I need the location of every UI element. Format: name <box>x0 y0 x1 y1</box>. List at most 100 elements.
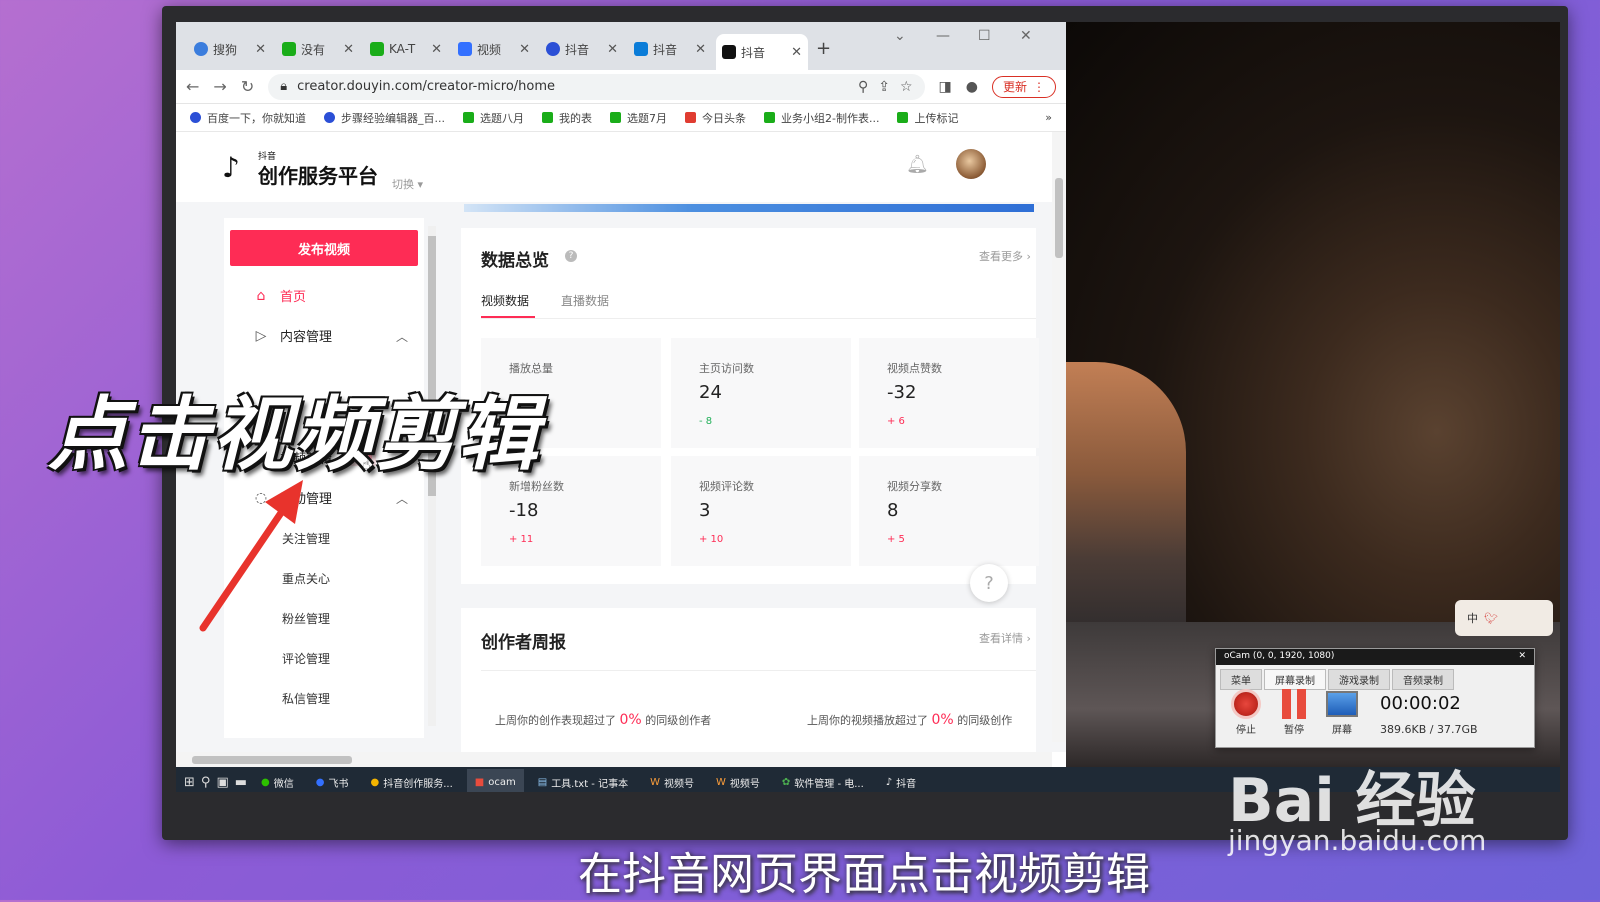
taskbar-item-channels[interactable]: W 视频号 <box>708 769 768 792</box>
help-icon[interactable]: ? <box>565 250 577 262</box>
reload-icon[interactable]: ↻ <box>241 77 254 96</box>
bookmark-item[interactable]: 今日头条 <box>685 110 746 126</box>
ime-toolbar[interactable]: 中 🐦︎ <box>1455 600 1553 636</box>
browser-tab[interactable]: 抖音 ✕ <box>628 34 712 64</box>
switch-dropdown[interactable]: 切换 ▾ <box>392 176 423 192</box>
mail-icon[interactable]: ▬ <box>235 775 247 790</box>
bookmark-item[interactable]: 上传标记 <box>897 110 958 126</box>
bookmark-item[interactable]: 百度一下，你就知道 <box>190 110 306 126</box>
star-icon[interactable]: ☆ <box>900 79 913 95</box>
task-view-icon[interactable]: ▣ <box>216 775 228 790</box>
bell-icon[interactable]: 🔔︎ <box>906 154 929 175</box>
publish-video-button[interactable]: 发布视频 <box>230 230 418 266</box>
taskbar-item-douyin[interactable]: ♪ 抖音 <box>878 769 924 792</box>
taskbar-item-ocam[interactable]: ■ ocam <box>466 769 524 792</box>
page-horizontal-scrollbar[interactable] <box>176 752 1052 767</box>
stat-card[interactable]: 视频分享数 8 + 5 <box>859 456 1039 566</box>
taskbar-label: ocam <box>488 776 516 788</box>
bookmark-item[interactable]: 我的表 <box>542 110 592 126</box>
stat-label: 视频评论数 <box>699 480 754 493</box>
close-tab-icon[interactable]: ✕ <box>431 42 442 57</box>
tab-video-data[interactable]: 视频数据 <box>481 292 529 309</box>
report-text: 上周你的创作表现超过了 <box>495 714 616 727</box>
bookmark-item[interactable]: 选题7月 <box>610 110 667 126</box>
doc-icon <box>458 42 472 56</box>
maximize-icon[interactable]: ☐ <box>978 28 991 44</box>
scroll-thumb[interactable] <box>1055 178 1063 258</box>
report-text: 的同级创作者 <box>645 714 712 727</box>
page-vertical-scrollbar[interactable] <box>1052 132 1066 742</box>
new-tab-icon[interactable]: + <box>816 38 831 59</box>
stat-card[interactable]: 视频评论数 3 + 10 <box>671 456 851 566</box>
report-text: 上周你的视频播放超过了 <box>807 714 928 727</box>
chevron-up-icon[interactable]: ︿ <box>396 490 408 507</box>
douyin-icon: ♪ <box>885 776 893 788</box>
profile-icon[interactable]: ● <box>966 79 978 95</box>
sidebar-item-content[interactable]: ▷ 内容管理 <box>252 326 333 346</box>
avatar[interactable] <box>956 149 986 179</box>
stat-card[interactable]: 视频点赞数 -32 + 6 <box>859 338 1039 448</box>
tab-live-data[interactable]: 直播数据 <box>561 292 609 309</box>
browser-tab[interactable]: 没有 ✕ <box>276 34 360 64</box>
tab-search-icon[interactable]: ⌄ <box>894 28 906 44</box>
stat-change: + 6 <box>887 416 905 427</box>
scroll-thumb[interactable] <box>192 756 352 764</box>
bookmarks-overflow-icon[interactable]: » <box>1045 111 1052 124</box>
logo-title[interactable]: 创作服务平台 <box>258 160 378 189</box>
browser-tab[interactable]: KA-T ✕ <box>364 34 448 64</box>
stat-card[interactable]: 主页访问数 24 - 8 <box>671 338 851 448</box>
ocam-screen-button[interactable]: 屏幕 <box>1322 689 1362 736</box>
channels-icon: W <box>715 776 726 788</box>
ocam-tab-screen[interactable]: 屏幕录制 <box>1264 669 1326 690</box>
report-percent: 0% <box>931 712 954 728</box>
browser-tab[interactable]: 搜狗 ✕ <box>188 34 272 64</box>
ocam-stop-button[interactable]: 停止 <box>1226 689 1266 736</box>
taskbar-item-software-manager[interactable]: ✿ 软件管理 - 电... <box>774 769 872 792</box>
back-icon[interactable]: ← <box>186 77 199 96</box>
close-tab-icon[interactable]: ✕ <box>519 42 530 57</box>
weekly-report-1: 上周你的创作表现超过了 0% 的同级创作者 <box>495 712 711 728</box>
close-window-icon[interactable]: ✕ <box>1020 28 1032 44</box>
browser-tab-active[interactable]: 抖音 ✕ <box>716 34 808 70</box>
windows-start-icon[interactable]: ⊞ <box>184 775 195 790</box>
update-button[interactable]: 更新 ⋮ <box>991 75 1056 98</box>
close-tab-icon[interactable]: ✕ <box>255 42 266 57</box>
taskbar-item-chrome[interactable]: ● 抖音创作服务... <box>363 769 461 792</box>
view-details-link[interactable]: 查看详情 › <box>979 630 1031 646</box>
share-icon[interactable]: ⇪ <box>878 79 890 95</box>
close-icon[interactable]: ✕ <box>1518 651 1526 661</box>
weekly-title: 创作者周报 <box>481 633 566 653</box>
close-tab-icon[interactable]: ✕ <box>695 42 706 57</box>
search-icon[interactable]: ⚲ <box>201 775 211 790</box>
ocam-tab-menu[interactable]: 菜单 <box>1220 669 1262 690</box>
browser-tab[interactable]: 视频 ✕ <box>452 34 536 64</box>
mouse-cursor-icon: ☝ <box>362 457 371 473</box>
help-float-icon[interactable]: ? <box>970 564 1008 602</box>
taskbar-item-feishu[interactable]: ● 飞书 <box>308 769 357 792</box>
browser-tab[interactable]: 抖音 ✕ <box>540 34 624 64</box>
taskbar-item-wechat[interactable]: ● 微信 <box>253 769 302 792</box>
sidebar-subitem-comments[interactable]: 评论管理 <box>282 650 330 667</box>
bookmark-item[interactable]: 业务小组2-制作表... <box>764 110 879 126</box>
minimize-icon[interactable]: — <box>936 28 950 44</box>
sidebar-item-home[interactable]: ⌂ 首页 <box>252 286 306 306</box>
forward-icon[interactable]: → <box>213 77 226 96</box>
ocam-pause-label: 暂停 <box>1284 725 1304 736</box>
sidepanel-icon[interactable]: ◨ <box>939 79 952 95</box>
chevron-up-icon[interactable]: ︿ <box>396 328 408 345</box>
ocam-pause-button[interactable]: 暂停 <box>1274 689 1314 736</box>
close-tab-icon[interactable]: ✕ <box>343 42 354 57</box>
ocam-tab-game[interactable]: 游戏录制 <box>1328 669 1390 690</box>
close-tab-icon[interactable]: ✕ <box>607 42 618 57</box>
close-tab-icon[interactable]: ✕ <box>791 45 802 60</box>
sidebar-item-label: 内容管理 <box>280 330 333 345</box>
bookmark-item[interactable]: 步骤经验编辑器_百... <box>324 110 445 126</box>
address-bar[interactable]: 🔒︎ creator.douyin.com/creator-micro/home… <box>268 73 925 100</box>
bookmark-item[interactable]: 选题八月 <box>463 110 524 126</box>
sidebar-subitem-messages[interactable]: 私信管理 <box>282 690 330 707</box>
view-more-link[interactable]: 查看更多 › <box>979 248 1031 264</box>
taskbar-item-notepad[interactable]: ▤ 工具.txt - 记事本 <box>530 769 636 792</box>
location-icon[interactable]: ⚲ <box>858 79 868 95</box>
taskbar-item-channels[interactable]: W 视频号 <box>642 769 702 792</box>
ocam-tab-audio[interactable]: 音频录制 <box>1392 669 1454 690</box>
